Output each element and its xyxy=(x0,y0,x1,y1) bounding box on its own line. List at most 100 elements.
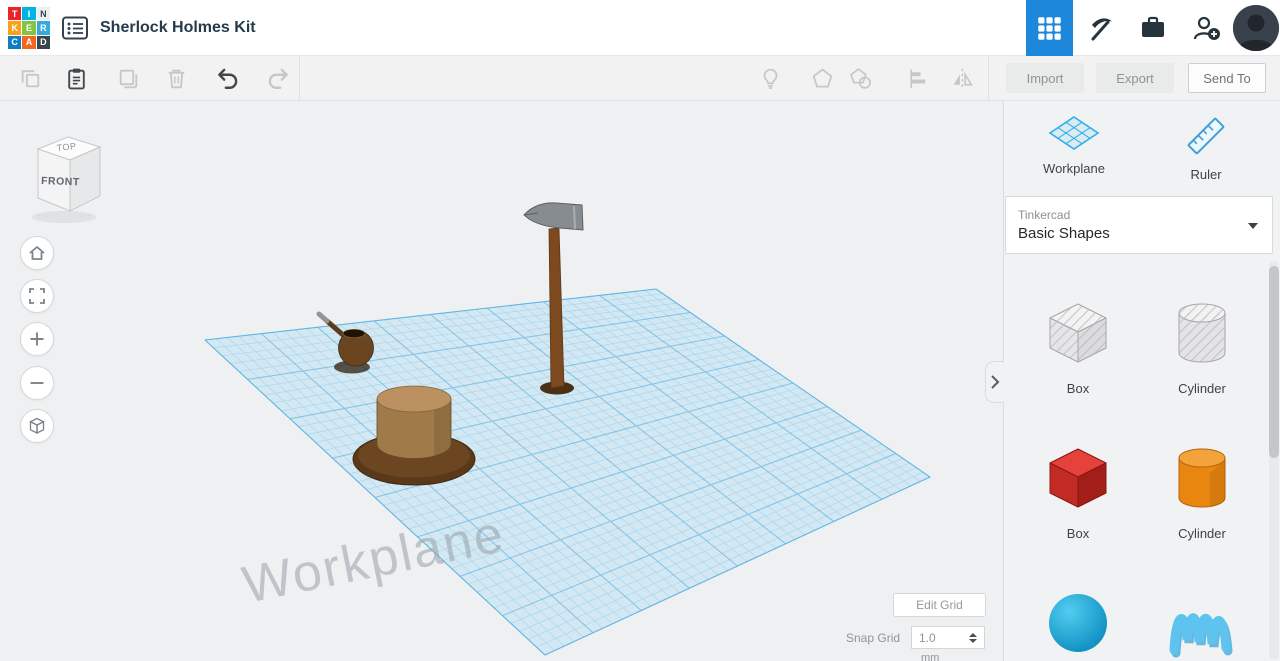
scribble-icon xyxy=(1169,613,1233,658)
shape-tile-scribble[interactable] xyxy=(1160,586,1244,658)
mirror-button[interactable] xyxy=(940,56,984,100)
work-briefcase-button[interactable] xyxy=(1126,0,1179,56)
snap-grid-select[interactable]: 1.0 xyxy=(911,626,985,649)
design-properties-button[interactable] xyxy=(58,13,92,43)
dashboard-button[interactable] xyxy=(1026,0,1073,56)
view-cube[interactable]: TOP FRONT xyxy=(20,127,116,227)
tinkercad-logo[interactable]: T I N K E R C A D xyxy=(8,7,50,49)
logo-tile: N xyxy=(36,7,50,21)
fit-view-button[interactable] xyxy=(20,279,54,313)
fit-view-icon xyxy=(29,288,45,304)
shape-library-dropdown[interactable]: Tinkercad Basic Shapes xyxy=(1005,196,1273,254)
cylinder-icon xyxy=(1178,448,1226,508)
pipe-opening xyxy=(342,328,366,339)
lightbulb-icon xyxy=(763,68,777,89)
design-title[interactable]: Sherlock Holmes Kit xyxy=(100,0,256,56)
logo-tile: R xyxy=(36,21,50,35)
chevron-right-icon xyxy=(991,375,1000,389)
divider xyxy=(988,56,989,100)
mirror-icon xyxy=(953,68,973,88)
viewport-3d[interactable]: Workplane TOP FRONT Edit Grid Snap Grid … xyxy=(0,101,1003,661)
logo-tile: C xyxy=(8,35,22,49)
ruler-tool-icon xyxy=(1187,117,1225,155)
ruler-tool-label: Ruler xyxy=(1190,167,1222,182)
copy-icon xyxy=(21,69,39,87)
scene-canvas[interactable]: Workplane xyxy=(0,101,1003,661)
workplane-watermark: Workplane xyxy=(238,505,510,615)
view-cube-shadow xyxy=(32,211,96,223)
hat-crown-top xyxy=(376,385,452,413)
shapes-panel: Workplane Ruler Tinkercad Basic Shapes B… xyxy=(985,101,1280,661)
align-button[interactable] xyxy=(896,56,940,100)
shape-label: Cylinder xyxy=(1178,381,1226,396)
shape-label: Box xyxy=(1066,381,1090,396)
pickaxe-icon xyxy=(1091,18,1112,41)
shape-label: Cylinder xyxy=(1178,526,1226,541)
logo-tile: I xyxy=(22,7,36,21)
logo-tile: K xyxy=(8,21,22,35)
shape-tile-box[interactable]: Box xyxy=(1036,441,1120,541)
logo-tile: T xyxy=(8,7,22,21)
minecraft-export-button[interactable] xyxy=(1073,0,1126,56)
shape-tile-cylinder-hole[interactable]: Cylinder xyxy=(1160,296,1244,396)
pentagon-circle-icon xyxy=(849,67,871,89)
edit-grid-button[interactable]: Edit Grid xyxy=(893,593,986,617)
pentagon-icon xyxy=(812,68,832,88)
send-to-button[interactable]: Send To xyxy=(1188,63,1266,93)
library-brand: Tinkercad xyxy=(1018,208,1071,222)
hammer-face-highlight xyxy=(573,205,576,230)
view-cube-top-label: TOP xyxy=(56,141,77,153)
panel-scrollbar-track[interactable] xyxy=(1269,261,1279,660)
panel-scrollbar-thumb[interactable] xyxy=(1269,266,1279,458)
paste-button[interactable] xyxy=(54,56,98,100)
user-avatar[interactable] xyxy=(1233,5,1279,51)
zoom-out-button[interactable] xyxy=(20,366,54,400)
home-view-button[interactable] xyxy=(20,236,54,270)
duplicate-button[interactable] xyxy=(106,56,150,100)
logo-tile: E xyxy=(22,21,36,35)
export-button[interactable]: Export xyxy=(1096,63,1174,93)
logo-tile: D xyxy=(36,35,50,49)
box-icon xyxy=(1049,448,1107,508)
zoom-in-button[interactable] xyxy=(20,322,54,356)
workplane-tool-label: Workplane xyxy=(1043,161,1105,176)
briefcase-icon xyxy=(1141,16,1164,37)
undo-icon xyxy=(218,68,238,89)
top-bar: T I N K E R C A D Sherlock Holmes Kit xyxy=(0,0,1280,56)
list-icon xyxy=(62,16,88,40)
redo-button[interactable] xyxy=(256,56,300,100)
copy-button[interactable] xyxy=(8,56,52,100)
edit-toolbar: Import Export Send To xyxy=(0,56,1280,101)
perspective-cube-icon xyxy=(29,417,45,435)
import-button[interactable]: Import xyxy=(1006,63,1084,93)
snap-grid-unit: mm xyxy=(921,652,940,661)
home-icon xyxy=(29,246,45,260)
plus-icon xyxy=(30,332,44,346)
hammer-handle xyxy=(548,227,565,389)
shape-tile-box-hole[interactable]: Box xyxy=(1036,296,1120,396)
delete-button[interactable] xyxy=(154,56,198,100)
panel-collapse-handle[interactable] xyxy=(985,361,1004,403)
show-all-button[interactable] xyxy=(748,56,792,100)
cylinder-hole-icon xyxy=(1178,303,1226,363)
trash-icon xyxy=(168,69,184,88)
perspective-toggle-button[interactable] xyxy=(20,409,54,443)
snap-grid-value: 1.0 xyxy=(919,630,936,645)
minus-icon xyxy=(30,382,44,384)
workplane-tool-button[interactable]: Workplane xyxy=(1018,107,1130,193)
invite-people-button[interactable] xyxy=(1179,0,1232,56)
add-person-icon xyxy=(1193,16,1220,40)
snap-grid-label: Snap Grid xyxy=(846,631,901,645)
library-name: Basic Shapes xyxy=(1018,225,1110,242)
divider xyxy=(299,56,300,100)
shape-tile-cylinder[interactable]: Cylinder xyxy=(1160,441,1244,541)
undo-button[interactable] xyxy=(206,56,250,100)
paste-icon xyxy=(67,68,85,89)
shape-tile-sphere[interactable] xyxy=(1036,586,1120,658)
avatar-silhouette-icon xyxy=(1233,5,1279,51)
workplane-tool-icon xyxy=(1048,116,1100,150)
apps-grid-icon xyxy=(1038,16,1061,40)
ruler-tool-button[interactable]: Ruler xyxy=(1154,107,1258,193)
show-shape-button[interactable] xyxy=(838,56,882,100)
view-cube-front-label: FRONT xyxy=(41,175,80,188)
